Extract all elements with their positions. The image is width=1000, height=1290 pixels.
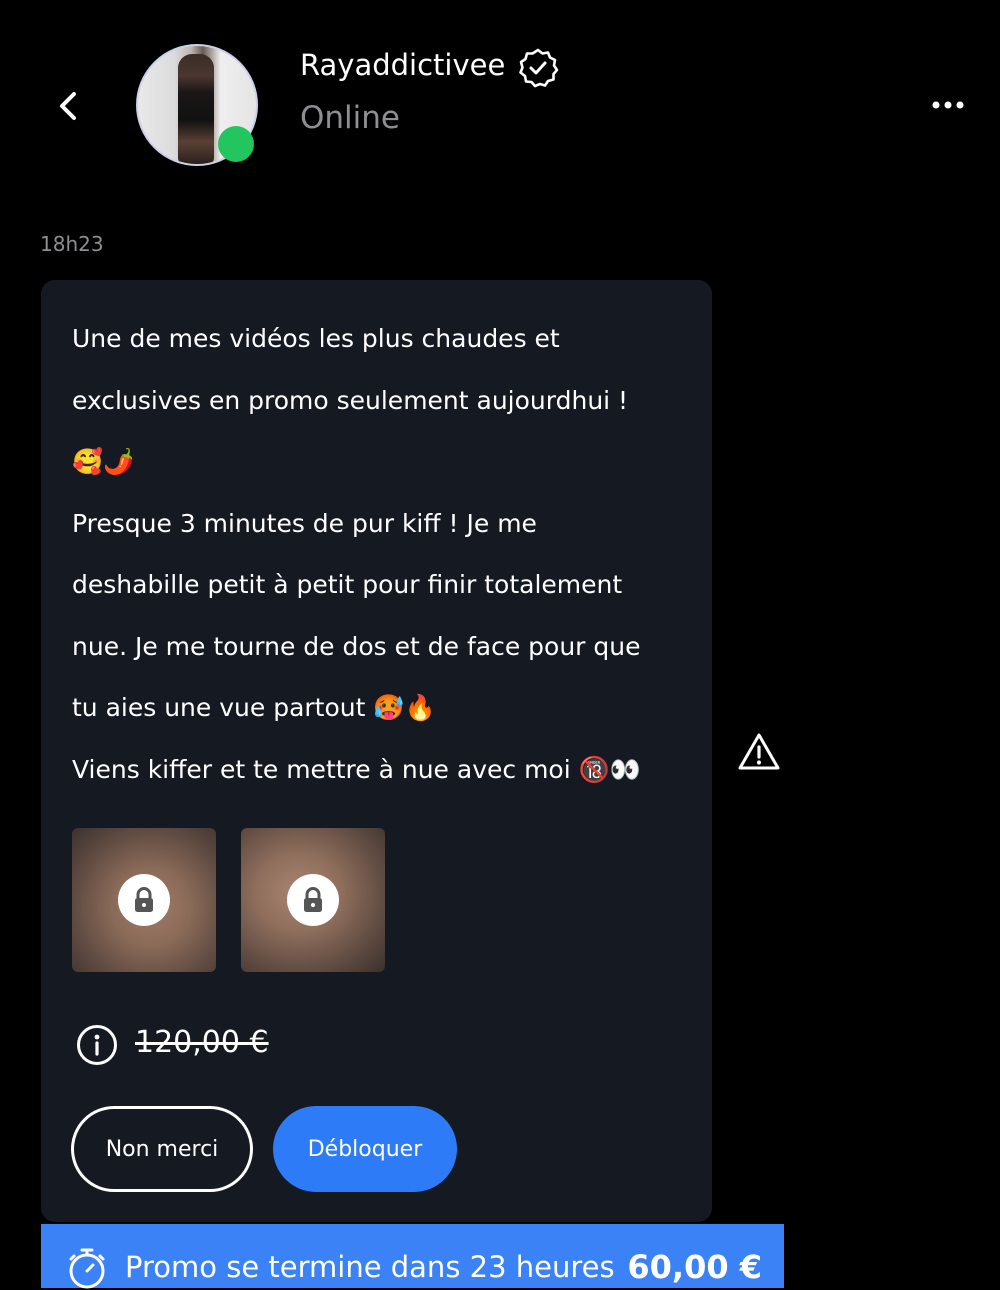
lock-icon [135, 887, 153, 912]
decline-button[interactable]: Non merci [71, 1106, 253, 1192]
locked-media-thumbnail[interactable] [241, 828, 385, 972]
warning-triangle-icon [738, 733, 780, 770]
info-icon[interactable] [75, 1023, 119, 1067]
message-timestamp: 18h23 [40, 232, 104, 256]
back-button[interactable] [50, 84, 90, 128]
chat-header: Rayaddictivee Online [0, 0, 1000, 200]
lock-icon [304, 887, 322, 912]
message-text: Une de mes vidéos les plus chaudes et ex… [72, 324, 641, 784]
username[interactable]: Rayaddictivee [300, 48, 505, 82]
lock-badge [118, 874, 170, 926]
online-status: Online [300, 100, 400, 136]
chevron-left-icon [60, 92, 76, 120]
more-horizontal-icon [932, 101, 964, 109]
report-button[interactable] [736, 730, 782, 774]
promo-countdown-text: Promo se termine dans 23 heures [125, 1250, 615, 1284]
verified-badge-icon [519, 48, 559, 88]
stopwatch-icon [69, 1248, 105, 1289]
avatar-photo [178, 54, 214, 164]
unlock-button[interactable]: Débloquer [273, 1106, 457, 1192]
locked-media-thumbnail[interactable] [72, 828, 216, 972]
online-indicator [218, 126, 254, 162]
lock-badge [287, 874, 339, 926]
more-options-button[interactable] [926, 92, 970, 118]
promo-price: 60,00 € [627, 1248, 762, 1286]
promo-banner[interactable]: Promo se termine dans 23 heures 60,00 € [41, 1224, 784, 1289]
original-price: 120,00 € [135, 1025, 269, 1060]
message-bubble: Une de mes vidéos les plus chaudes et ex… [41, 280, 712, 1222]
